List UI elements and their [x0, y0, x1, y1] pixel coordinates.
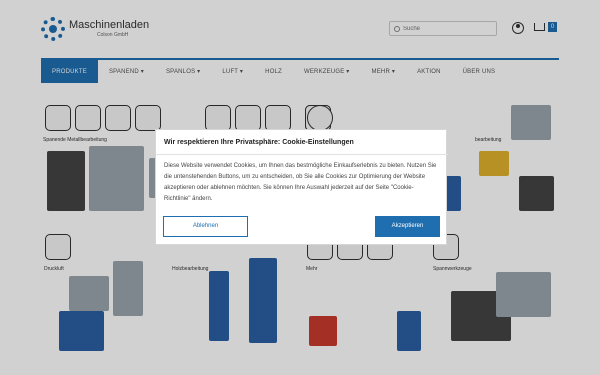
cookie-dialog-title: Wir respektieren Ihre Privatsphäre: Cook… [164, 139, 354, 146]
cookie-dialog-text: Diese Website verwendet Cookies, um Ihne… [164, 163, 437, 202]
decline-button[interactable]: Ablehnen [163, 216, 248, 237]
page: Maschinenladen Colson GmbH 0 PRODUKTE SP… [0, 0, 600, 375]
divider [156, 154, 448, 155]
accept-button[interactable]: Akzeptieren [375, 216, 440, 237]
cookie-consent-dialog: Wir respektieren Ihre Privatsphäre: Cook… [155, 129, 448, 245]
